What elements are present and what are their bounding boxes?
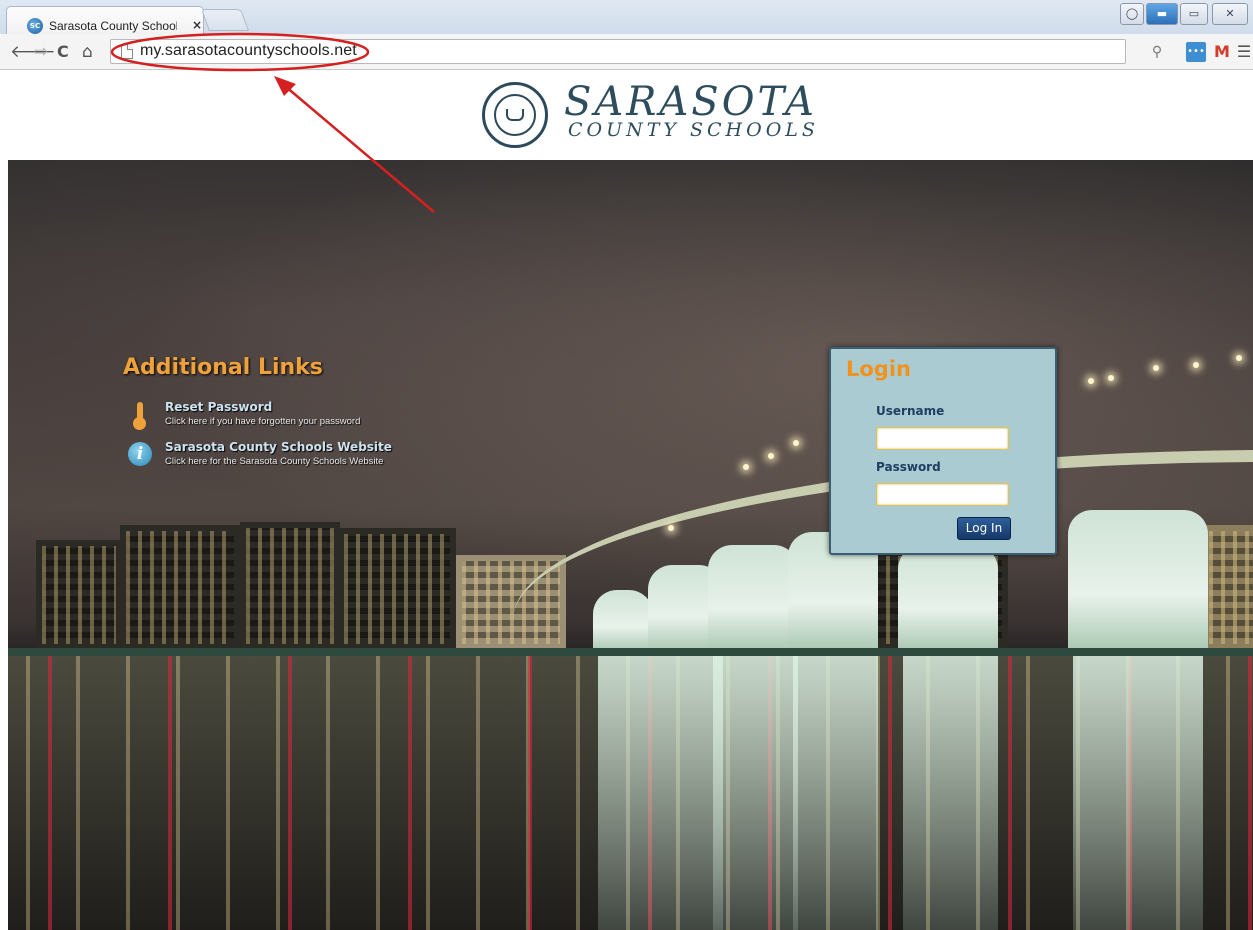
brand-subtitle: COUNTY SCHOOLS [568,119,819,141]
link-title[interactable]: Reset Password [165,400,272,414]
street-lamp [768,453,774,459]
street-lamp [668,525,674,531]
back-icon[interactable]: 🡐 [10,42,56,62]
shoreline [8,648,1253,656]
school-seal-icon [482,82,548,148]
minimize-button[interactable]: ▬ [1146,3,1178,25]
building [120,525,240,650]
brand-title: SARASOTA [564,79,817,125]
building [36,540,122,650]
login-title: Login [846,357,911,381]
bridge-pier [593,590,653,652]
street-lamp [1153,365,1159,371]
hero-background: Additional Links Reset Password Click he… [8,160,1253,930]
browser-tab[interactable]: SC Sarasota County Schools I × [6,6,204,34]
site-favicon-icon: SC [27,18,43,34]
bridge-pier [898,545,998,652]
street-lamp [1108,375,1114,381]
street-lamp [1236,355,1242,361]
pier-reflection [713,656,798,930]
pier-reflection [793,656,878,930]
street-lamp [793,440,799,446]
tab-close-icon[interactable]: × [192,18,202,32]
page-content: SARASOTA COUNTY SCHOOLS Additional Links… [0,70,1253,930]
url-text[interactable]: my.sarasotacountyschools.net [140,42,357,60]
key-icon[interactable]: ⚲ [1147,42,1167,62]
page-icon [121,44,133,59]
user-profile-icon[interactable]: ◯ [1120,3,1144,25]
link-subtitle[interactable]: Click here for the Sarasota County Schoo… [165,456,383,467]
bridge-pier [1068,510,1208,652]
password-label: Password [876,460,941,474]
link-subtitle[interactable]: Click here if you have forgotten your pa… [165,416,360,427]
new-tab-button[interactable] [200,9,250,31]
close-window-button[interactable]: ✕ [1212,3,1248,25]
login-panel: Login Username Password Log In [829,347,1057,555]
pier-reflection [598,656,653,930]
pier-reflection [1073,656,1203,930]
gmail-icon[interactable]: M [1212,42,1232,62]
address-bar[interactable]: my.sarasotacountyschools.net [110,39,1126,64]
forward-icon[interactable]: ⇨ [34,42,48,62]
tab-title: Sarasota County Schools I [49,19,177,33]
info-icon: i [128,442,152,466]
browser-tab-bar: SC Sarasota County Schools I × ◯ ▬ ▭ ✕ [0,0,1253,34]
pier-reflection [903,656,998,930]
thermometer-icon [128,402,152,430]
menu-icon[interactable]: ☰ [1234,42,1253,62]
street-lamp [1193,362,1199,368]
street-lamp [743,464,749,470]
username-label: Username [876,404,945,418]
link-title[interactable]: Sarasota County Schools Website [165,440,392,454]
password-input[interactable] [876,483,1009,506]
seal-inner-ring [494,94,536,136]
additional-links-title: Additional Links [123,355,323,380]
username-input[interactable] [876,427,1009,450]
reload-icon[interactable]: C [57,42,69,62]
building [240,522,340,650]
seal-book-icon [506,109,524,121]
browser-toolbar: 🡐 ⇨ C ⌂ my.sarasotacountyschools.net ⚲ •… [0,34,1253,70]
login-button[interactable]: Log In [957,517,1011,540]
school-website-link[interactable]: i Sarasota County Schools Website Click … [128,440,428,474]
street-lamp [1088,378,1094,384]
site-header: SARASOTA COUNTY SCHOOLS [0,70,1253,160]
home-icon[interactable]: ⌂ [82,42,93,62]
reset-password-link[interactable]: Reset Password Click here if you have fo… [128,400,428,434]
maximize-button[interactable]: ▭ [1180,3,1208,25]
lastpass-icon[interactable]: ••• [1186,42,1206,62]
building [338,528,456,650]
bridge-pier [708,545,798,652]
